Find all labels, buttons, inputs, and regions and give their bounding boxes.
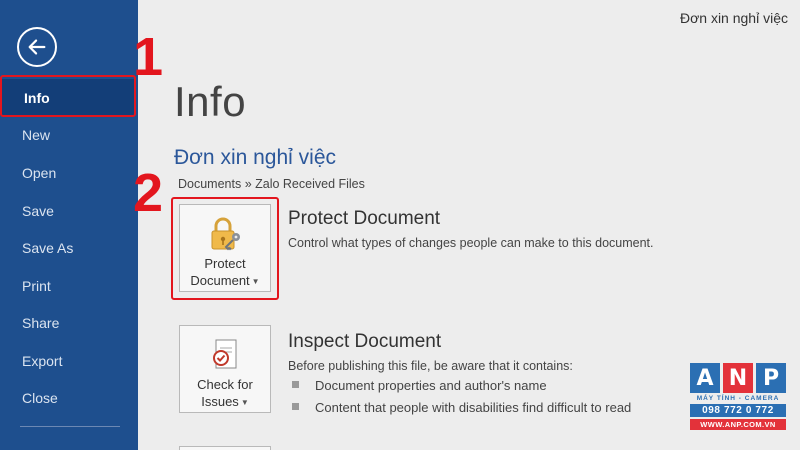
manage-document-button[interactable] <box>179 446 271 450</box>
dropdown-caret-icon: ▼ <box>251 277 260 287</box>
bullet-icon <box>292 381 299 388</box>
sidebar-divider <box>20 426 120 427</box>
sidebar-item-info[interactable]: Info <box>2 79 134 117</box>
protect-document-label: Protect Document ▼ <box>190 255 259 290</box>
inspect-bullet-item: Content that people with disabilities fi… <box>315 400 632 415</box>
protect-label-line1: Protect <box>204 256 246 271</box>
anp-watermark-logo: A N P MÁY TÍNH - CAMERA 098 772 0 772 WW… <box>690 363 786 430</box>
arrow-left-icon <box>28 39 46 55</box>
sidebar-item-new[interactable]: New <box>0 116 138 154</box>
logo-letter: A <box>690 363 720 393</box>
sidebar-item-close[interactable]: Close <box>0 379 138 417</box>
logo-letter: P <box>756 363 786 393</box>
check-for-issues-label: Check for Issues ▼ <box>197 376 253 411</box>
sidebar-item-save[interactable]: Save <box>0 192 138 230</box>
dropdown-caret-icon: ▼ <box>240 398 249 408</box>
logo-subtitle: MÁY TÍNH - CAMERA <box>696 395 780 402</box>
sidebar-item-export[interactable]: Export <box>0 342 138 380</box>
back-button[interactable] <box>17 27 57 67</box>
protect-label-line2: Document <box>190 273 250 288</box>
sidebar-item-share[interactable]: Share <box>0 304 138 342</box>
check-document-icon <box>213 339 237 369</box>
inspect-document-title: Inspect Document <box>288 331 442 352</box>
backstage-sidebar: Info New Open Save Save As Print Share E… <box>0 0 138 450</box>
check-label-line2: Issues <box>201 394 239 409</box>
sidebar-item-save-as[interactable]: Save As <box>0 229 138 267</box>
lock-key-icon <box>211 217 240 251</box>
file-location-breadcrumb[interactable]: Documents » Zalo Received Files <box>178 177 365 191</box>
protect-document-button[interactable]: Protect Document ▼ <box>179 204 271 292</box>
logo-phone: 098 772 0 772 <box>690 404 786 417</box>
check-for-issues-button[interactable]: Check for Issues ▼ <box>179 325 271 413</box>
inspect-document-description: Before publishing this file, be aware th… <box>288 359 573 373</box>
sidebar-item-open[interactable]: Open <box>0 154 138 192</box>
page-title: Info <box>174 78 247 125</box>
file-name-heading: Đơn xin nghỉ việc <box>174 146 337 169</box>
logo-website: WWW.ANP.COM.VN <box>690 419 786 430</box>
inspect-bullet-item: Document properties and author's name <box>315 378 547 393</box>
check-label-line1: Check for <box>197 377 253 392</box>
logo-letter: N <box>723 363 753 393</box>
protect-document-description: Control what types of changes people can… <box>288 236 654 250</box>
protect-document-title: Protect Document <box>288 208 441 229</box>
sidebar-item-print[interactable]: Print <box>0 267 138 305</box>
bullet-icon <box>292 403 299 410</box>
window-document-title: Đơn xin nghỉ việc <box>679 10 788 26</box>
